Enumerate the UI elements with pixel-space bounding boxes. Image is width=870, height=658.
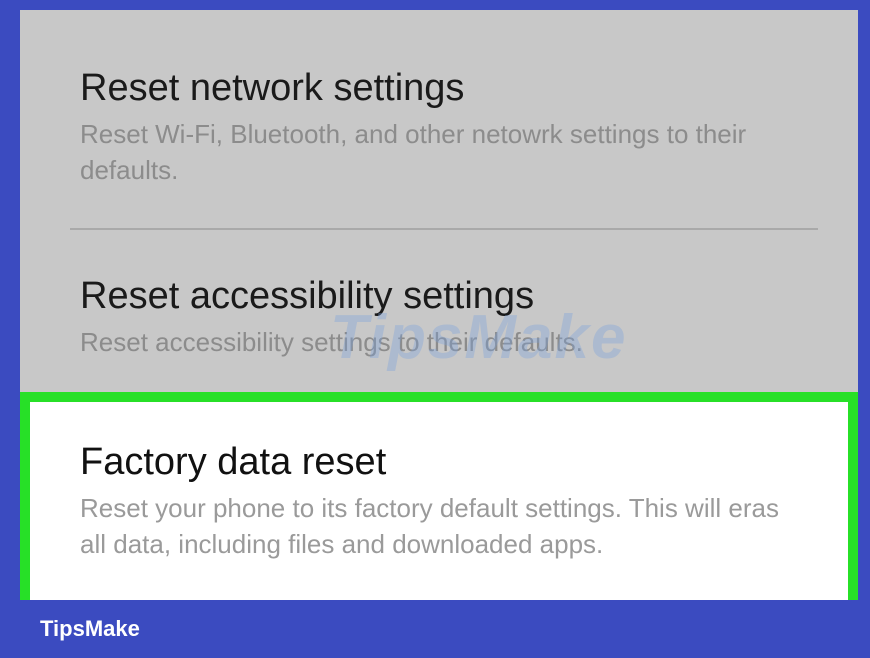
setting-description: Reset your phone to its factory default … bbox=[80, 493, 779, 559]
watermark: TipsMake bbox=[330, 303, 628, 372]
frame-border-right bbox=[858, 0, 870, 658]
reset-options-screen: Reset network settings Reset Wi-Fi, Blue… bbox=[20, 10, 858, 600]
frame-border-left bbox=[0, 0, 20, 658]
divider bbox=[70, 228, 818, 230]
factory-reset-highlight: Factory data reset Reset your phone to i… bbox=[20, 392, 858, 600]
frame-border-top bbox=[0, 0, 870, 10]
setting-description: Reset Wi-Fi, Bluetooth, and other netowr… bbox=[80, 119, 747, 185]
reset-network-settings-item[interactable]: Reset network settings Reset Wi-Fi, Blue… bbox=[80, 66, 818, 188]
brand-label: TipsMake bbox=[40, 616, 140, 641]
footer-bar: TipsMake bbox=[0, 600, 870, 658]
screenshot-frame: Reset network settings Reset Wi-Fi, Blue… bbox=[0, 0, 870, 658]
setting-title: Factory data reset bbox=[80, 441, 387, 483]
setting-title: Reset network settings bbox=[80, 67, 465, 109]
factory-data-reset-item[interactable]: Factory data reset Reset your phone to i… bbox=[80, 440, 808, 562]
